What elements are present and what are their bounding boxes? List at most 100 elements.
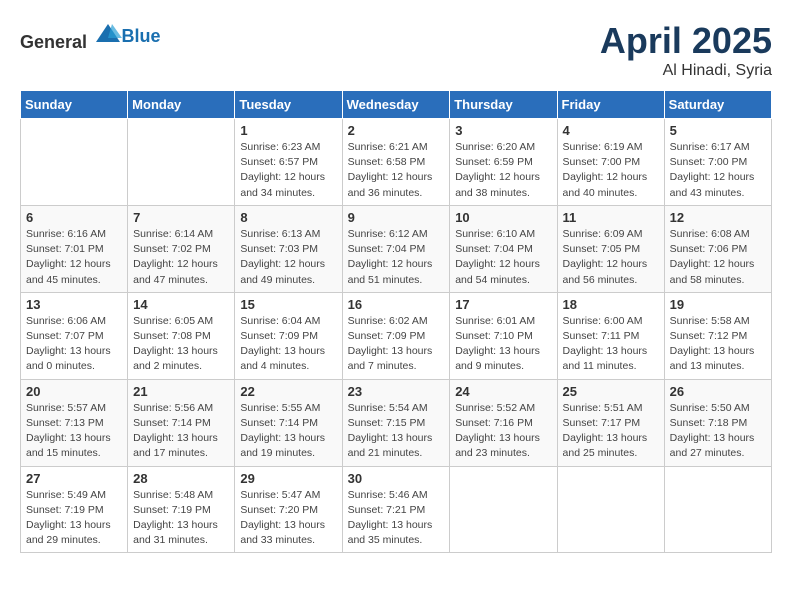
day-cell: 29Sunrise: 5:47 AM Sunset: 7:20 PM Dayli… xyxy=(235,466,342,553)
day-info: Sunrise: 6:04 AM Sunset: 7:09 PM Dayligh… xyxy=(240,314,336,375)
day-number: 10 xyxy=(455,210,551,225)
day-cell: 4 Sunrise: 6:19 AM Sunset: 7:00 PM Daylig… xyxy=(557,119,664,206)
day-cell: 18 Sunrise: 6:00 AM Sunset: 7:11 PM Dayli… xyxy=(557,292,664,379)
day-number: 20 xyxy=(26,384,122,399)
day-info: Sunrise: 6:06 AM Sunset: 7:07 PM Dayligh… xyxy=(26,314,122,375)
day-number: 17 xyxy=(455,297,551,312)
day-info: Sunrise: 6:21 AM Sunset: 6:58 PM Dayligh… xyxy=(348,140,445,201)
day-number: 14 xyxy=(133,297,229,312)
day-number: 2 xyxy=(348,123,445,138)
day-number: 22 xyxy=(240,384,336,399)
day-number: 24 xyxy=(455,384,551,399)
day-number: 4 xyxy=(563,123,659,138)
week-row-4: 20Sunrise: 5:57 AM Sunset: 7:13 PM Dayli… xyxy=(21,379,772,466)
day-cell: 23 Sunrise: 5:54 AM Sunset: 7:15 PM Dayli… xyxy=(342,379,450,466)
day-info: Sunrise: 5:51 AM Sunset: 7:17 PM Dayligh… xyxy=(563,401,659,462)
day-cell xyxy=(450,466,557,553)
day-number: 6 xyxy=(26,210,122,225)
day-number: 19 xyxy=(670,297,766,312)
day-info: Sunrise: 6:09 AM Sunset: 7:05 PM Dayligh… xyxy=(563,227,659,288)
day-info: Sunrise: 5:50 AM Sunset: 7:18 PM Dayligh… xyxy=(670,401,766,462)
week-row-1: 1 Sunrise: 6:23 AM Sunset: 6:57 PM Daylig… xyxy=(21,119,772,206)
day-cell: 30 Sunrise: 5:46 AM Sunset: 7:21 PM Dayli… xyxy=(342,466,450,553)
day-info: Sunrise: 6:17 AM Sunset: 7:00 PM Dayligh… xyxy=(670,140,766,201)
day-cell: 1 Sunrise: 6:23 AM Sunset: 6:57 PM Daylig… xyxy=(235,119,342,206)
day-number: 11 xyxy=(563,210,659,225)
day-info: Sunrise: 5:46 AM Sunset: 7:21 PM Dayligh… xyxy=(348,488,445,549)
day-cell: 9 Sunrise: 6:12 AM Sunset: 7:04 PM Daylig… xyxy=(342,205,450,292)
day-cell: 25 Sunrise: 5:51 AM Sunset: 7:17 PM Dayli… xyxy=(557,379,664,466)
day-cell: 28Sunrise: 5:48 AM Sunset: 7:19 PM Dayli… xyxy=(128,466,235,553)
day-number: 8 xyxy=(240,210,336,225)
weekday-header-monday: Monday xyxy=(128,91,235,119)
day-cell: 11 Sunrise: 6:09 AM Sunset: 7:05 PM Dayli… xyxy=(557,205,664,292)
day-info: Sunrise: 5:56 AM Sunset: 7:14 PM Dayligh… xyxy=(133,401,229,462)
day-number: 21 xyxy=(133,384,229,399)
week-row-3: 13 Sunrise: 6:06 AM Sunset: 7:07 PM Dayli… xyxy=(21,292,772,379)
day-info: Sunrise: 6:23 AM Sunset: 6:57 PM Dayligh… xyxy=(240,140,336,201)
day-cell: 27 Sunrise: 5:49 AM Sunset: 7:19 PM Dayli… xyxy=(21,466,128,553)
title-area: April 2025 Al Hinadi, Syria xyxy=(600,20,772,80)
day-number: 28 xyxy=(133,471,229,486)
day-cell: 13 Sunrise: 6:06 AM Sunset: 7:07 PM Dayli… xyxy=(21,292,128,379)
day-cell: 22Sunrise: 5:55 AM Sunset: 7:14 PM Dayli… xyxy=(235,379,342,466)
day-number: 18 xyxy=(563,297,659,312)
weekday-header-friday: Friday xyxy=(557,91,664,119)
day-info: Sunrise: 6:02 AM Sunset: 7:09 PM Dayligh… xyxy=(348,314,445,375)
day-cell: 17 Sunrise: 6:01 AM Sunset: 7:10 PM Dayli… xyxy=(450,292,557,379)
day-info: Sunrise: 6:00 AM Sunset: 7:11 PM Dayligh… xyxy=(563,314,659,375)
weekday-header-sunday: Sunday xyxy=(21,91,128,119)
day-info: Sunrise: 5:58 AM Sunset: 7:12 PM Dayligh… xyxy=(670,314,766,375)
weekday-header-row: SundayMondayTuesdayWednesdayThursdayFrid… xyxy=(21,91,772,119)
logo-general: General xyxy=(20,32,87,52)
day-number: 13 xyxy=(26,297,122,312)
day-info: Sunrise: 6:13 AM Sunset: 7:03 PM Dayligh… xyxy=(240,227,336,288)
day-info: Sunrise: 6:05 AM Sunset: 7:08 PM Dayligh… xyxy=(133,314,229,375)
day-info: Sunrise: 5:54 AM Sunset: 7:15 PM Dayligh… xyxy=(348,401,445,462)
day-cell: 3Sunrise: 6:20 AM Sunset: 6:59 PM Daylig… xyxy=(450,119,557,206)
week-row-2: 6 Sunrise: 6:16 AM Sunset: 7:01 PM Daylig… xyxy=(21,205,772,292)
day-number: 12 xyxy=(670,210,766,225)
day-number: 1 xyxy=(240,123,336,138)
day-info: Sunrise: 6:01 AM Sunset: 7:10 PM Dayligh… xyxy=(455,314,551,375)
day-number: 25 xyxy=(563,384,659,399)
day-info: Sunrise: 6:08 AM Sunset: 7:06 PM Dayligh… xyxy=(670,227,766,288)
day-info: Sunrise: 5:52 AM Sunset: 7:16 PM Dayligh… xyxy=(455,401,551,462)
day-number: 3 xyxy=(455,123,551,138)
day-info: Sunrise: 6:19 AM Sunset: 7:00 PM Dayligh… xyxy=(563,140,659,201)
day-info: Sunrise: 6:16 AM Sunset: 7:01 PM Dayligh… xyxy=(26,227,122,288)
day-info: Sunrise: 6:10 AM Sunset: 7:04 PM Dayligh… xyxy=(455,227,551,288)
day-cell: 20Sunrise: 5:57 AM Sunset: 7:13 PM Dayli… xyxy=(21,379,128,466)
day-cell: 10 Sunrise: 6:10 AM Sunset: 7:04 PM Dayli… xyxy=(450,205,557,292)
location-title: Al Hinadi, Syria xyxy=(600,62,772,80)
day-cell: 5 Sunrise: 6:17 AM Sunset: 7:00 PM Daylig… xyxy=(664,119,771,206)
day-info: Sunrise: 6:12 AM Sunset: 7:04 PM Dayligh… xyxy=(348,227,445,288)
page-header: General Blue April 2025 Al Hinadi, Syria xyxy=(20,20,772,80)
day-cell: 21 Sunrise: 5:56 AM Sunset: 7:14 PM Dayli… xyxy=(128,379,235,466)
day-number: 27 xyxy=(26,471,122,486)
logo-blue: Blue xyxy=(122,26,161,47)
day-cell: 8 Sunrise: 6:13 AM Sunset: 7:03 PM Daylig… xyxy=(235,205,342,292)
month-title: April 2025 xyxy=(600,20,772,62)
day-cell: 14 Sunrise: 6:05 AM Sunset: 7:08 PM Dayli… xyxy=(128,292,235,379)
day-cell xyxy=(557,466,664,553)
calendar-table: SundayMondayTuesdayWednesdayThursdayFrid… xyxy=(20,90,772,553)
day-cell xyxy=(128,119,235,206)
day-info: Sunrise: 6:14 AM Sunset: 7:02 PM Dayligh… xyxy=(133,227,229,288)
weekday-header-thursday: Thursday xyxy=(450,91,557,119)
weekday-header-tuesday: Tuesday xyxy=(235,91,342,119)
day-cell xyxy=(21,119,128,206)
day-number: 23 xyxy=(348,384,445,399)
logo: General Blue xyxy=(20,20,161,53)
day-info: Sunrise: 5:49 AM Sunset: 7:19 PM Dayligh… xyxy=(26,488,122,549)
day-cell: 15Sunrise: 6:04 AM Sunset: 7:09 PM Dayli… xyxy=(235,292,342,379)
day-number: 26 xyxy=(670,384,766,399)
day-cell: 16Sunrise: 6:02 AM Sunset: 7:09 PM Dayli… xyxy=(342,292,450,379)
day-cell: 2 Sunrise: 6:21 AM Sunset: 6:58 PM Daylig… xyxy=(342,119,450,206)
day-info: Sunrise: 5:47 AM Sunset: 7:20 PM Dayligh… xyxy=(240,488,336,549)
day-number: 9 xyxy=(348,210,445,225)
day-number: 30 xyxy=(348,471,445,486)
day-number: 5 xyxy=(670,123,766,138)
week-row-5: 27 Sunrise: 5:49 AM Sunset: 7:19 PM Dayli… xyxy=(21,466,772,553)
day-cell: 19 Sunrise: 5:58 AM Sunset: 7:12 PM Dayli… xyxy=(664,292,771,379)
